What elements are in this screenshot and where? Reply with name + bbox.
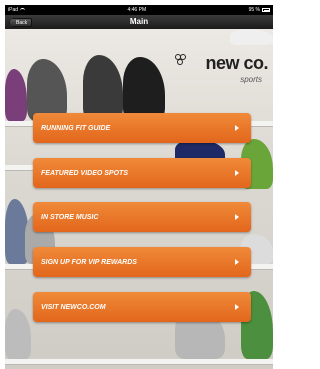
chevron-right-icon: [235, 125, 239, 131]
menu-button-label: SIGN UP FOR VIP REWARDS: [41, 258, 137, 266]
battery-percent: 95 %: [248, 7, 260, 13]
main-content: new co. sports RUNNING FIT GUIDE FEATURE…: [5, 29, 273, 369]
chevron-right-icon: [235, 304, 239, 310]
status-left: iPad: [8, 7, 26, 13]
chevron-right-icon: [235, 214, 239, 220]
brand-tagline: sports: [240, 75, 262, 84]
logo-mark-icon: [175, 54, 186, 65]
menu-button-label: VISIT NEWCO.COM: [41, 303, 106, 311]
carrier-label: iPad: [8, 7, 19, 13]
wifi-icon: [20, 7, 26, 13]
navigation-bar: Main Back: [5, 15, 273, 30]
shoe-image: [230, 29, 273, 45]
back-button[interactable]: Back: [9, 18, 33, 27]
chevron-right-icon: [235, 259, 239, 265]
menu-button-label: FEATURED VIDEO SPOTS: [41, 169, 128, 177]
status-time: 4:46 PM: [127, 7, 147, 13]
page-title: Main: [129, 17, 149, 26]
brand-logo: new co. sports: [173, 51, 268, 91]
menu-button-vip-rewards[interactable]: SIGN UP FOR VIP REWARDS: [33, 247, 251, 277]
menu-button-featured-video-spots[interactable]: FEATURED VIDEO SPOTS: [33, 158, 251, 188]
brand-name: new co.: [205, 53, 268, 73]
menu-button-visit-website[interactable]: VISIT NEWCO.COM: [33, 292, 251, 322]
status-right: 95 %: [249, 7, 270, 13]
menu-button-running-fit-guide[interactable]: RUNNING FIT GUIDE: [33, 113, 251, 143]
chevron-right-icon: [235, 170, 239, 176]
menu-button-in-store-music[interactable]: IN STORE MUSIC: [33, 202, 251, 232]
menu-button-label: RUNNING FIT GUIDE: [41, 124, 111, 132]
shelf: [5, 359, 273, 365]
status-bar: iPad 4:46 PM 95 %: [5, 5, 273, 15]
battery-icon: [261, 8, 270, 12]
menu-button-label: IN STORE MUSIC: [41, 213, 99, 221]
